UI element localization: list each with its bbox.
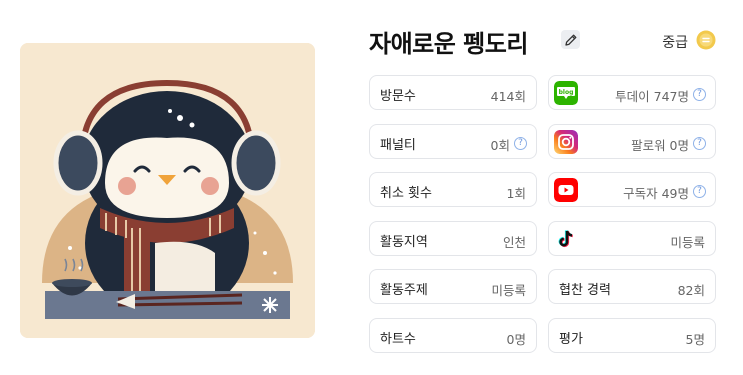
stat-visits: 방문수 414회 bbox=[369, 75, 537, 110]
penguin-illustration bbox=[20, 43, 315, 338]
help-icon[interactable]: ? bbox=[693, 137, 706, 150]
instagram-icon bbox=[554, 130, 578, 154]
stat-sponsorship: 협찬 경력 82회 bbox=[548, 269, 716, 304]
stat-label: 활동지역 bbox=[380, 235, 428, 250]
tiktok-icon bbox=[554, 227, 578, 251]
stat-value: 82회 bbox=[677, 283, 705, 298]
stat-youtube[interactable]: 구독자 49명 ? bbox=[548, 172, 716, 207]
stat-instagram[interactable]: 팔로워 0명 ? bbox=[548, 124, 716, 159]
stat-value: 인천 bbox=[502, 235, 526, 250]
stat-label: 활동주제 bbox=[380, 283, 428, 298]
grade-coin-icon bbox=[696, 30, 716, 50]
stat-value: 1회 bbox=[506, 186, 526, 201]
stat-value: 414회 bbox=[490, 89, 526, 104]
stat-label: 패널티 bbox=[380, 138, 416, 153]
stat-rating: 평가 5명 bbox=[548, 318, 716, 353]
pencil-icon bbox=[564, 34, 576, 46]
stat-value: 투데이 747명 bbox=[615, 89, 689, 104]
stat-value: 미등록 bbox=[670, 235, 705, 250]
stat-tiktok[interactable]: 미등록 bbox=[548, 221, 716, 256]
naver-blog-icon: blog bbox=[554, 81, 578, 105]
stat-hearts: 하트수 0명 bbox=[369, 318, 537, 353]
stat-topic: 활동주제 미등록 bbox=[369, 269, 537, 304]
edit-name-button[interactable] bbox=[561, 30, 580, 49]
stat-value: 팔로워 0명 bbox=[631, 138, 689, 153]
youtube-icon bbox=[554, 178, 578, 202]
stat-value: 0회 bbox=[490, 138, 510, 153]
stat-cancel-count: 취소 횟수 1회 bbox=[369, 172, 537, 207]
stat-label: 평가 bbox=[559, 332, 583, 347]
stat-value: 구독자 49명 bbox=[623, 186, 689, 201]
stat-region: 활동지역 인천 bbox=[369, 221, 537, 256]
stat-label: 하트수 bbox=[380, 332, 416, 347]
stat-naver-blog[interactable]: blog 투데이 747명 ? bbox=[548, 75, 716, 110]
grade-label: 중급 bbox=[662, 35, 688, 51]
stat-value: 5명 bbox=[685, 332, 705, 347]
stat-label: 취소 횟수 bbox=[380, 186, 432, 201]
profile-name: 자애로운 펭도리 bbox=[369, 30, 528, 58]
stat-value: 0명 bbox=[506, 332, 526, 347]
profile-header: 자애로운 펭도리 중급 bbox=[369, 22, 716, 58]
profile-avatar bbox=[20, 43, 315, 338]
help-icon[interactable]: ? bbox=[693, 185, 706, 198]
svg-text:blog: blog bbox=[559, 89, 574, 96]
stat-value: 미등록 bbox=[491, 283, 526, 298]
stat-label: 방문수 bbox=[380, 89, 416, 104]
stat-penalty: 패널티 0회 ? bbox=[369, 124, 537, 159]
help-icon[interactable]: ? bbox=[514, 137, 527, 150]
help-icon[interactable]: ? bbox=[693, 88, 706, 101]
stat-label: 협찬 경력 bbox=[559, 283, 611, 298]
